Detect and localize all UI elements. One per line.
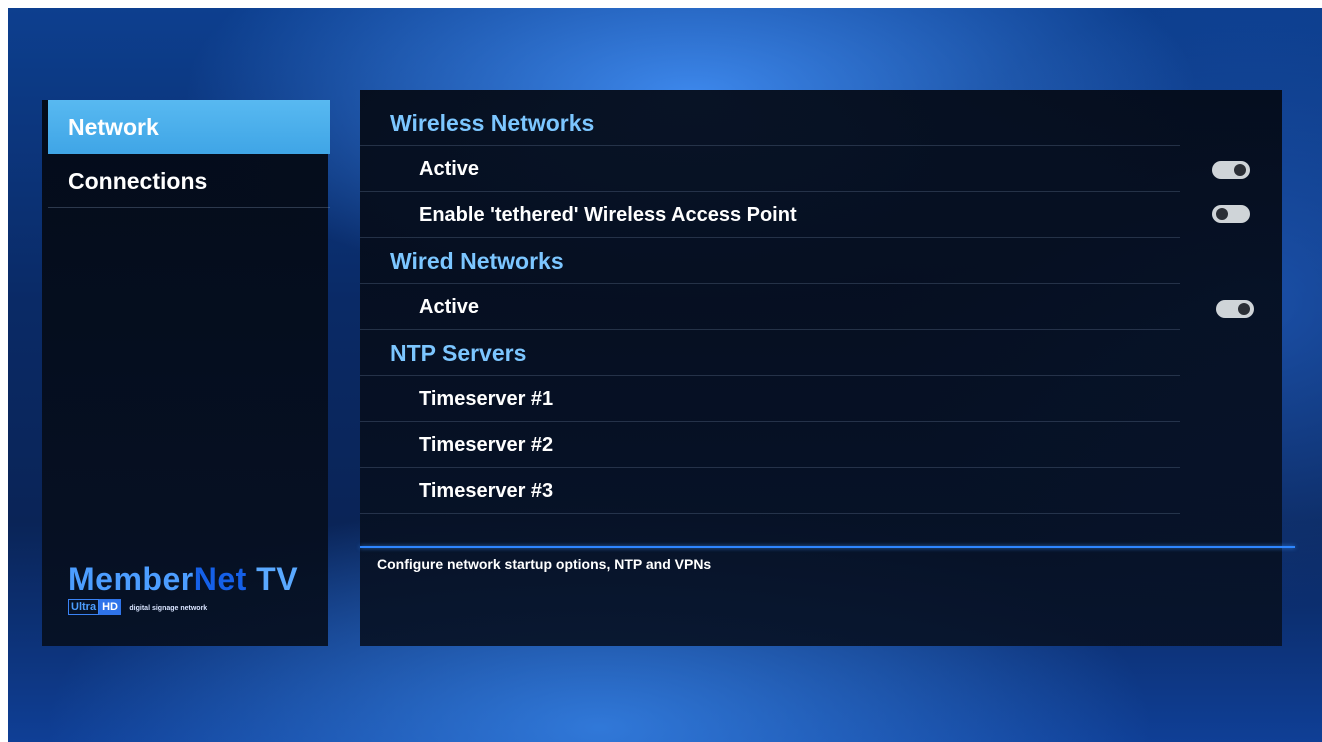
logo-net-text: Net	[193, 561, 247, 597]
logo-member-text: Member	[68, 561, 194, 597]
tethered-ap-toggle[interactable]	[1212, 205, 1250, 223]
setting-label: Timeserver #2	[419, 434, 554, 456]
setting-label: Timeserver #1	[419, 388, 554, 410]
section-title: NTP Servers	[390, 340, 527, 366]
setting-row-wired-active[interactable]: Active	[360, 284, 1180, 330]
sidebar-item-network[interactable]: Network	[48, 100, 330, 154]
footer-divider	[360, 546, 1295, 548]
setting-label: Enable 'tethered' Wireless Access Point	[419, 204, 797, 226]
help-description: Configure network startup options, NTP a…	[377, 556, 712, 572]
toggle-knob	[1234, 164, 1246, 176]
setting-label: Active	[419, 158, 480, 180]
logo-hd-badge: HD	[99, 599, 121, 615]
setting-row-timeserver-3[interactable]: Timeserver #3	[360, 468, 1180, 514]
setting-label: Timeserver #3	[419, 480, 554, 502]
section-header-wireless: Wireless Networks	[360, 100, 1180, 146]
wireless-active-toggle[interactable]	[1212, 161, 1250, 179]
tv-screen: Network Connections MemberNet TV Ultra HD…	[8, 8, 1322, 742]
wired-active-toggle[interactable]	[1216, 300, 1254, 318]
membernet-logo: MemberNet TV Ultra HD digital signage net…	[68, 562, 318, 622]
section-title: Wireless Networks	[390, 110, 595, 136]
setting-row-timeserver-1[interactable]: Timeserver #1	[360, 376, 1180, 422]
sidebar-item-label: Connections	[68, 168, 208, 194]
section-header-ntp: NTP Servers	[360, 330, 1180, 376]
logo-subline: Ultra HD digital signage network	[68, 598, 318, 617]
logo-tv-text: TV	[256, 561, 299, 597]
logo-wordmark: MemberNet TV	[68, 562, 318, 596]
sidebar: Network Connections MemberNet TV Ultra HD…	[42, 100, 330, 646]
sidebar-item-connections[interactable]: Connections	[48, 154, 330, 208]
sidebar-item-label: Network	[68, 114, 159, 140]
toggle-knob	[1216, 208, 1228, 220]
setting-row-wireless-active[interactable]: Active	[360, 146, 1180, 192]
setting-row-timeserver-2[interactable]: Timeserver #2	[360, 422, 1180, 468]
setting-row-tethered-ap[interactable]: Enable 'tethered' Wireless Access Point	[360, 192, 1180, 238]
setting-label: Active	[419, 296, 480, 318]
section-title: Wired Networks	[390, 248, 564, 274]
section-header-wired: Wired Networks	[360, 238, 1180, 284]
logo-ultra-badge: Ultra	[68, 599, 100, 615]
logo-tagline: digital signage network	[129, 605, 208, 612]
toggle-knob	[1238, 303, 1250, 315]
